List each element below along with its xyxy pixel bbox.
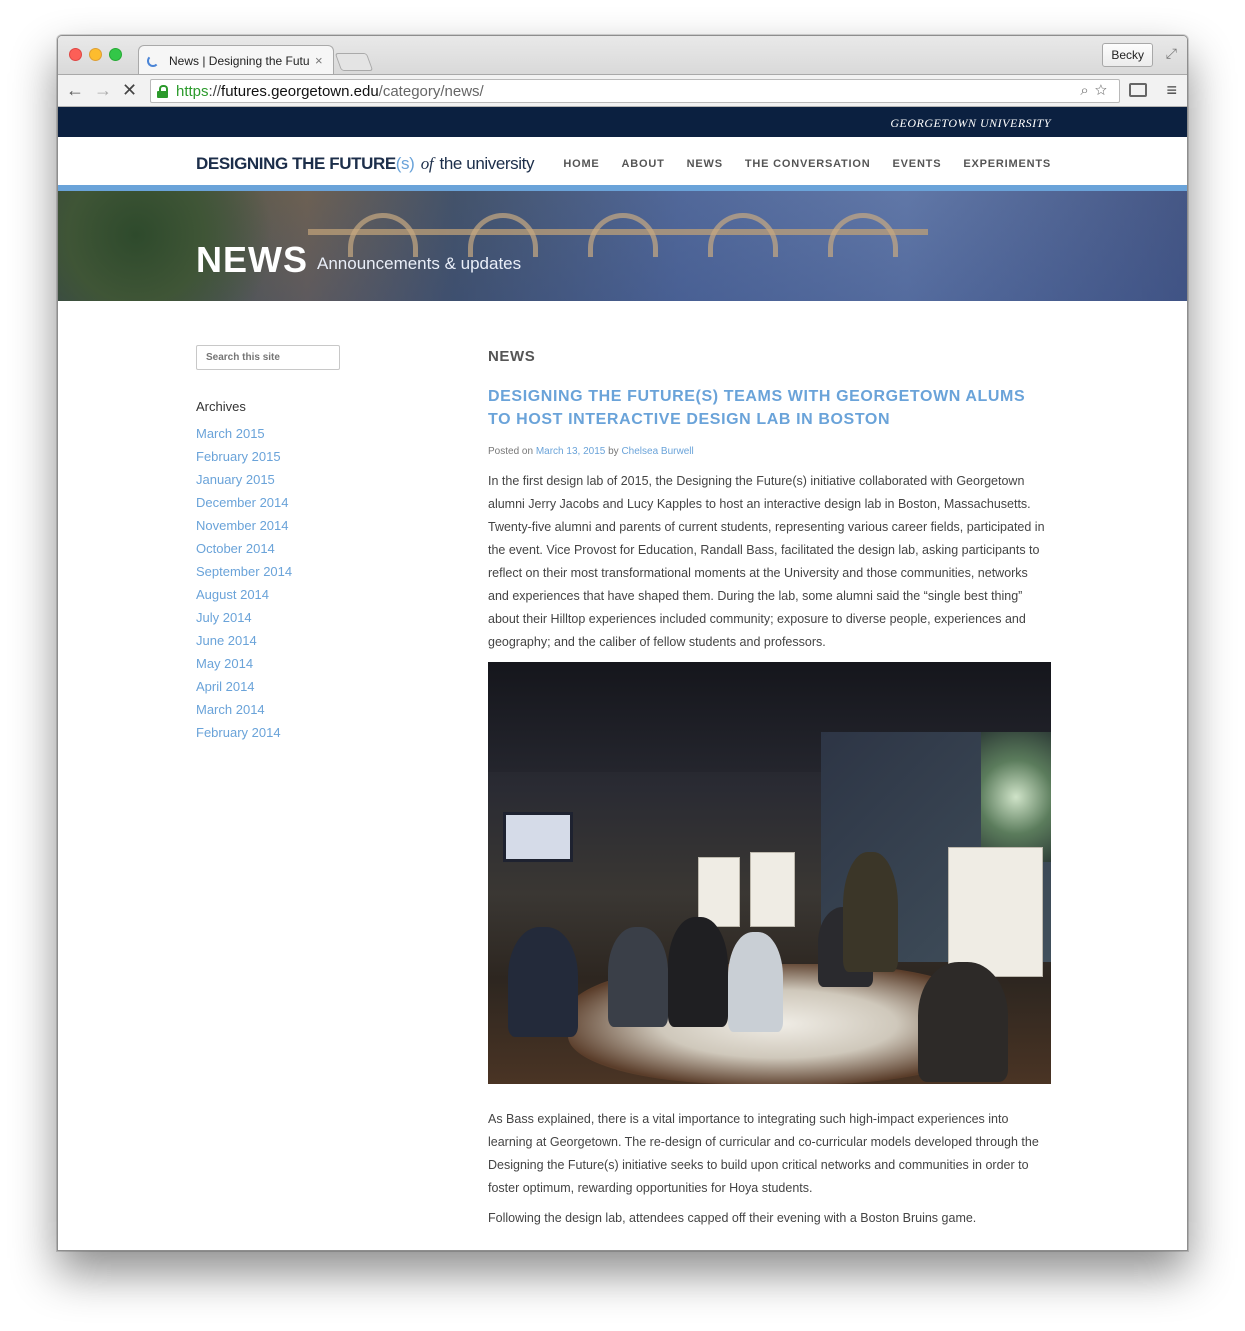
loading-spinner-icon (147, 54, 159, 67)
section-heading: NEWS (488, 348, 536, 365)
hero-subtitle: Announcements & updates (317, 254, 522, 273)
post-paragraph: As Bass explained, there is a vital impo… (488, 1112, 1039, 1195)
nav-experiments[interactable]: EXPERIMENTS (963, 158, 1051, 170)
browser-toolbar: ← → ✕ https://futures.georgetown.edu/cat… (58, 74, 1187, 107)
post-paragraph: In the first design lab of 2015, the Des… (488, 474, 1045, 649)
university-top-bar: GEORGETOWN UNIVERSITY (58, 107, 1187, 137)
archive-link-february-2015[interactable]: February 2015 (196, 449, 281, 464)
archives-list: March 2015 February 2015 January 2015 De… (196, 422, 396, 744)
archive-link-april-2014[interactable]: April 2014 (196, 679, 255, 694)
nav-home[interactable]: HOME (563, 158, 599, 170)
archive-link-november-2014[interactable]: November 2014 (196, 518, 289, 533)
nav-news[interactable]: NEWS (687, 158, 723, 170)
post-title-link[interactable]: DESIGNING THE FUTURE(S) TEAMS WITH GEORG… (488, 385, 1051, 431)
archive-link-february-2014[interactable]: February 2014 (196, 725, 281, 740)
archive-link-may-2014[interactable]: May 2014 (196, 656, 253, 671)
post-meta: Posted on March 13, 2015 by Chelsea Burw… (488, 446, 694, 457)
new-tab-button[interactable] (334, 53, 374, 71)
main-content: NEWS DESIGNING THE FUTURE(S) TEAMS WITH … (488, 345, 1051, 1230)
main-navigation: HOME ABOUT NEWS THE CONVERSATION EVENTS … (563, 158, 1051, 170)
browser-tab[interactable]: News | Designing the Futur × (138, 45, 334, 75)
forward-arrow-icon[interactable]: → (94, 80, 112, 100)
tab-strip: News | Designing the Futur × Becky ⤢ (58, 36, 1187, 75)
back-arrow-icon[interactable]: ← (66, 80, 84, 100)
site-search-input[interactable] (196, 345, 340, 370)
tab-close-icon[interactable]: × (315, 53, 323, 68)
hero-banner: NEWS Announcements & updates (58, 191, 1187, 301)
post-date-link[interactable]: March 13, 2015 (536, 446, 606, 457)
archive-link-july-2014[interactable]: July 2014 (196, 610, 252, 625)
cast-icon[interactable] (1129, 83, 1147, 97)
search-and-bookmark-star-icon[interactable]: ⌕☆ (1080, 82, 1113, 99)
stop-loading-icon[interactable]: ✕ (122, 80, 137, 100)
archive-link-january-2015[interactable]: January 2015 (196, 472, 275, 487)
archive-link-august-2014[interactable]: August 2014 (196, 587, 269, 602)
hero-bridge-image (308, 199, 928, 257)
window-close-button[interactable] (69, 48, 82, 61)
archive-link-october-2014[interactable]: October 2014 (196, 541, 275, 556)
profile-button[interactable]: Becky (1102, 43, 1153, 67)
web-page: GEORGETOWN UNIVERSITY DESIGNING THE FUTU… (58, 107, 1187, 1250)
archive-link-march-2014[interactable]: March 2014 (196, 702, 265, 717)
browser-menu-icon[interactable]: ≡ (1166, 80, 1177, 101)
archives-heading: Archives (196, 399, 246, 414)
url-text: https://futures.georgetown.edu/category/… (176, 82, 484, 100)
archive-link-march-2015[interactable]: March 2015 (196, 426, 265, 441)
hero-title: NEWS (196, 239, 308, 280)
nav-about[interactable]: ABOUT (622, 158, 665, 170)
address-bar[interactable]: https://futures.georgetown.edu/category/… (150, 79, 1120, 103)
nav-the-conversation[interactable]: THE CONVERSATION (745, 158, 871, 170)
sidebar: Archives March 2015 February 2015 Januar… (196, 345, 396, 744)
window-minimize-button[interactable] (89, 48, 102, 61)
window-maximize-button[interactable] (109, 48, 122, 61)
design-lab-photo (488, 662, 1051, 1084)
site-logo[interactable]: DESIGNING THE FUTURE(s) of the universit… (196, 154, 534, 174)
site-header: DESIGNING THE FUTURE(s) of the universit… (58, 137, 1187, 191)
tab-title: News | Designing the Futur (169, 53, 309, 68)
browser-window: News | Designing the Futur × Becky ⤢ ← →… (57, 35, 1188, 1251)
georgetown-university-logo[interactable]: GEORGETOWN UNIVERSITY (890, 116, 1051, 131)
archive-link-june-2014[interactable]: June 2014 (196, 633, 257, 648)
post-paragraph: Following the design lab, attendees capp… (488, 1211, 977, 1225)
fullscreen-icon[interactable]: ⤢ (1166, 45, 1177, 62)
archive-link-december-2014[interactable]: December 2014 (196, 495, 289, 510)
post-author-link[interactable]: Chelsea Burwell (621, 446, 693, 457)
nav-events[interactable]: EVENTS (893, 158, 942, 170)
archive-link-september-2014[interactable]: September 2014 (196, 564, 292, 579)
lock-icon (157, 84, 168, 98)
